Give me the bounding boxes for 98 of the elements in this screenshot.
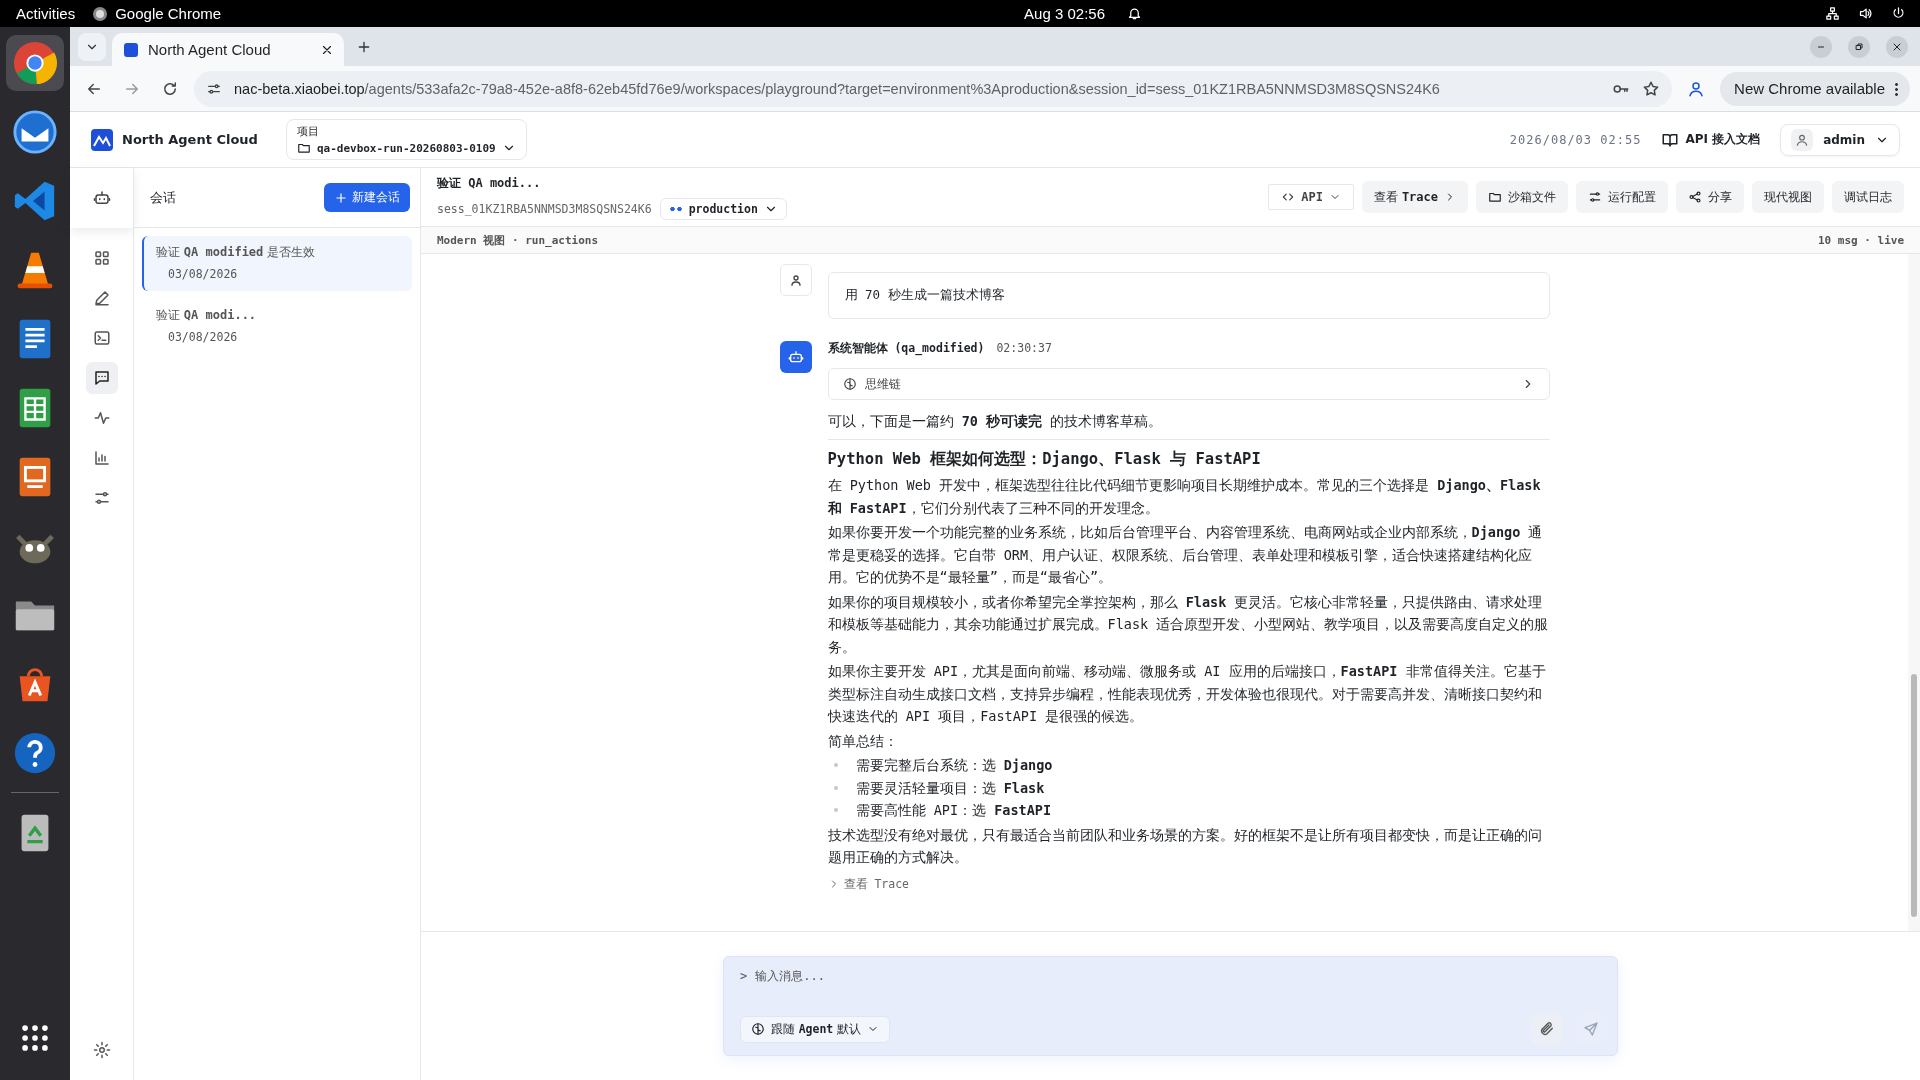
folder-icon (1488, 190, 1502, 204)
view-trace-link[interactable]: 查看 Trace (827, 876, 910, 892)
star-icon[interactable] (1642, 79, 1661, 98)
scrollbar[interactable] (1908, 254, 1920, 931)
header-action-button[interactable]: 运行配置 (1576, 181, 1668, 213)
sidebar-title: 会话 (150, 188, 176, 207)
user-message: 用 70 秒生成一篇技术博客 (827, 272, 1550, 319)
list-item-text: 需要灵活轻量项目：选 Flask (855, 778, 1045, 798)
paragraph: 技术选型没有绝对最优，只有最适合当前团队和业务场景的方案。好的框架不是让所有项目都变快，而是让正确的问题用正确的方式解决。 (827, 825, 1543, 867)
paragraph: 简单总结： (827, 731, 899, 751)
datetime-text: 2026/08/03 02:55 (1509, 132, 1642, 147)
nav-rail-button[interactable] (85, 362, 118, 394)
browser-icon (93, 6, 108, 21)
activities-button[interactable]: Activities (16, 5, 76, 22)
agent-mode-selector[interactable]: 跟随 Agent 默认 (740, 1015, 890, 1043)
reload-icon (161, 79, 179, 98)
pencil-icon (92, 289, 111, 307)
send-icon (1583, 1021, 1599, 1037)
mountain-logo-icon (90, 127, 114, 152)
bar-chart-icon (92, 449, 111, 467)
header-action-button[interactable]: API (1268, 184, 1355, 210)
message-time: 02:30:37 (996, 341, 1052, 355)
grid-icon (92, 249, 111, 267)
list-item-text: 需要高性能 API：选 FastAPI (855, 801, 1052, 820)
plus-icon (334, 190, 348, 205)
session-date: 03/08/2026 (168, 330, 239, 344)
header-action-button[interactable]: 现代视图 (1752, 181, 1824, 213)
volume-icon[interactable] (1858, 6, 1873, 21)
chat-icon (92, 369, 111, 387)
site-logo-icon (124, 42, 138, 57)
update-button[interactable]: New Chrome available (1720, 71, 1910, 106)
session-title: 验证 QA modi... (437, 174, 542, 192)
paragraph: 在 Python Web 开发中，框架选型往往比代码细节更影响项目长期维护成本。常见的三个选择是 Django、Flask 和 FastAPI，它们分别代表了三种不同的开发理念。 (827, 476, 1542, 518)
network-icon[interactable] (1825, 6, 1840, 21)
settings-icon (92, 1041, 111, 1059)
paragraph: 可以，下面是一篇约 70 秒可读完 的技术博客草稿。 (827, 412, 1164, 431)
user-menu-button[interactable]: admin (1780, 123, 1900, 156)
new-session-button[interactable]: 新建会话 (324, 183, 410, 212)
code-icon (1281, 190, 1296, 204)
message-input[interactable]: 输入消息... (755, 969, 1607, 983)
project-label: 项目 (296, 124, 320, 139)
agent-name: 系统智能体 (qa_modified) (827, 341, 985, 356)
article-heading: Python Web 框架如何选型：Django、Flask 与 FastAPI (827, 448, 1262, 470)
message-count-text: 10 msg · live (1817, 233, 1904, 247)
project-selector[interactable]: 项目 qa-devbox-run-20260803-0109 (285, 119, 527, 160)
app-menu[interactable]: Google Chrome (93, 5, 222, 22)
header-action-button[interactable]: 查看 Trace (1362, 181, 1468, 213)
restore-button[interactable] (1848, 35, 1870, 58)
help-icon[interactable] (12, 730, 58, 776)
sliders-icon (92, 489, 111, 507)
sliders-icon (1588, 190, 1602, 204)
browser-icon[interactable] (12, 40, 58, 86)
header-action-button[interactable]: 调试日志 (1832, 181, 1904, 213)
header-action-button[interactable]: 分享 (1676, 181, 1744, 213)
paperclip-icon (1539, 1021, 1555, 1037)
mail-bird-icon[interactable] (12, 109, 58, 155)
status-dots-icon (668, 205, 683, 212)
paragraph: 如果你主要开发 API，尤其是面向前端、移动端、微服务或 AI 应用的后端接口，FastAPI 非常值得关注。它基于类型标注自动生成接口文档，支持异步编程，性能表现优秀，开发体验也很现代。对于需要高并发、清晰接口契约和快速迭代的 API 项目，FastAPI 是很强的候选。 (827, 662, 1547, 726)
paragraph: 如果你要开发一个功能完整的业务系统，比如后台管理平台、内容管理系统、电商网站或企业内部系统，Django 通常是更稳妥的选择。它自带 ORM、用户认证、权限系统、后台管理、表单处理和模板引擎，适合快速搭建结构化应用。它的优势不是“最轻量”，而是“最省心”。 (827, 523, 1544, 587)
bullet-icon (833, 808, 838, 813)
session-id: sess_01KZ1RBA5NNMSD3M8SQSNS24K6 (437, 201, 652, 216)
minimize-button[interactable] (1810, 35, 1832, 58)
power-icon[interactable] (1891, 6, 1906, 21)
view-mode-text: Modern 视图 · run_actions (437, 232, 599, 248)
paragraph: 如果你的项目规模较小，或者你希望完全掌控架构，那么 Flask 更灵活。它核心非常轻量，只提供路由、请求处理和模板等基础能力，其余功能通过扩展完成。Flask 适合原型开发、小型网站、教学项目，以及需要高度自定义的服务。 (827, 592, 1550, 657)
person-icon (1687, 79, 1706, 98)
session-item[interactable]: 验证 QA modi... 03/08/2026 (142, 299, 412, 354)
session-item[interactable]: 验证 QA modified 是否生效 03/08/2026 (142, 236, 412, 291)
browser-tab[interactable]: North Agent Cloud (112, 33, 344, 66)
prompt-symbol: > (740, 969, 748, 983)
session-date: 03/08/2026 (168, 267, 239, 281)
list-item-text: 需要完整后台系统：选 Django (855, 756, 1053, 775)
bullet-icon (833, 785, 838, 790)
project-name: qa-devbox-run-20260803-0109 (316, 141, 496, 155)
robot-icon (787, 349, 804, 365)
robot-icon (92, 189, 111, 207)
address-bar[interactable]: nac-beta.xiaobei.top/agents/533afa2c-79a8-452e-a8f8-62eb45fd76e9/workspaces/playground?target=environment%3Aproduction&session_id=sess_01KZ1RBA5NNMSD3M8SQSNS24K6 (194, 70, 1673, 107)
terminal-icon (92, 329, 111, 347)
clock-text[interactable]: Aug 3 02:56 (1024, 5, 1105, 22)
bell-icon (1127, 6, 1142, 21)
restore-icon (1853, 40, 1865, 53)
bullet-icon (833, 763, 838, 768)
environment-selector[interactable]: production (659, 197, 787, 220)
tab-title: North Agent Cloud (148, 41, 272, 58)
api-docs-link[interactable]: API 接入文档 (1661, 130, 1761, 149)
close-button[interactable] (1886, 35, 1908, 58)
url-text: nac-beta.xiaobei.top/agents/533afa2c-79a8-452e-a8f8-62eb45fd76e9/workspaces/playground?target=environment%3Aproduction&session_id=sess_01KZ1RBA5NNMSD3M8SQSNS24K6 (234, 80, 1441, 97)
thought-chain-toggle[interactable]: 思维链 (827, 368, 1550, 400)
attach-button[interactable] (1531, 1013, 1563, 1045)
user-icon (1795, 132, 1810, 147)
message-input-box[interactable]: > 输入消息... 跟随 Agent 默认 (723, 956, 1618, 1056)
session-title: 验证 QA modi... (156, 307, 258, 324)
brand-name: North Agent Cloud (122, 132, 258, 147)
folder-icon (296, 141, 311, 155)
pulse-icon (92, 409, 111, 427)
share-icon (1688, 190, 1702, 204)
session-title: 验证 QA modified 是否生效 (156, 244, 317, 261)
header-action-button[interactable]: 沙箱文件 (1476, 181, 1568, 213)
